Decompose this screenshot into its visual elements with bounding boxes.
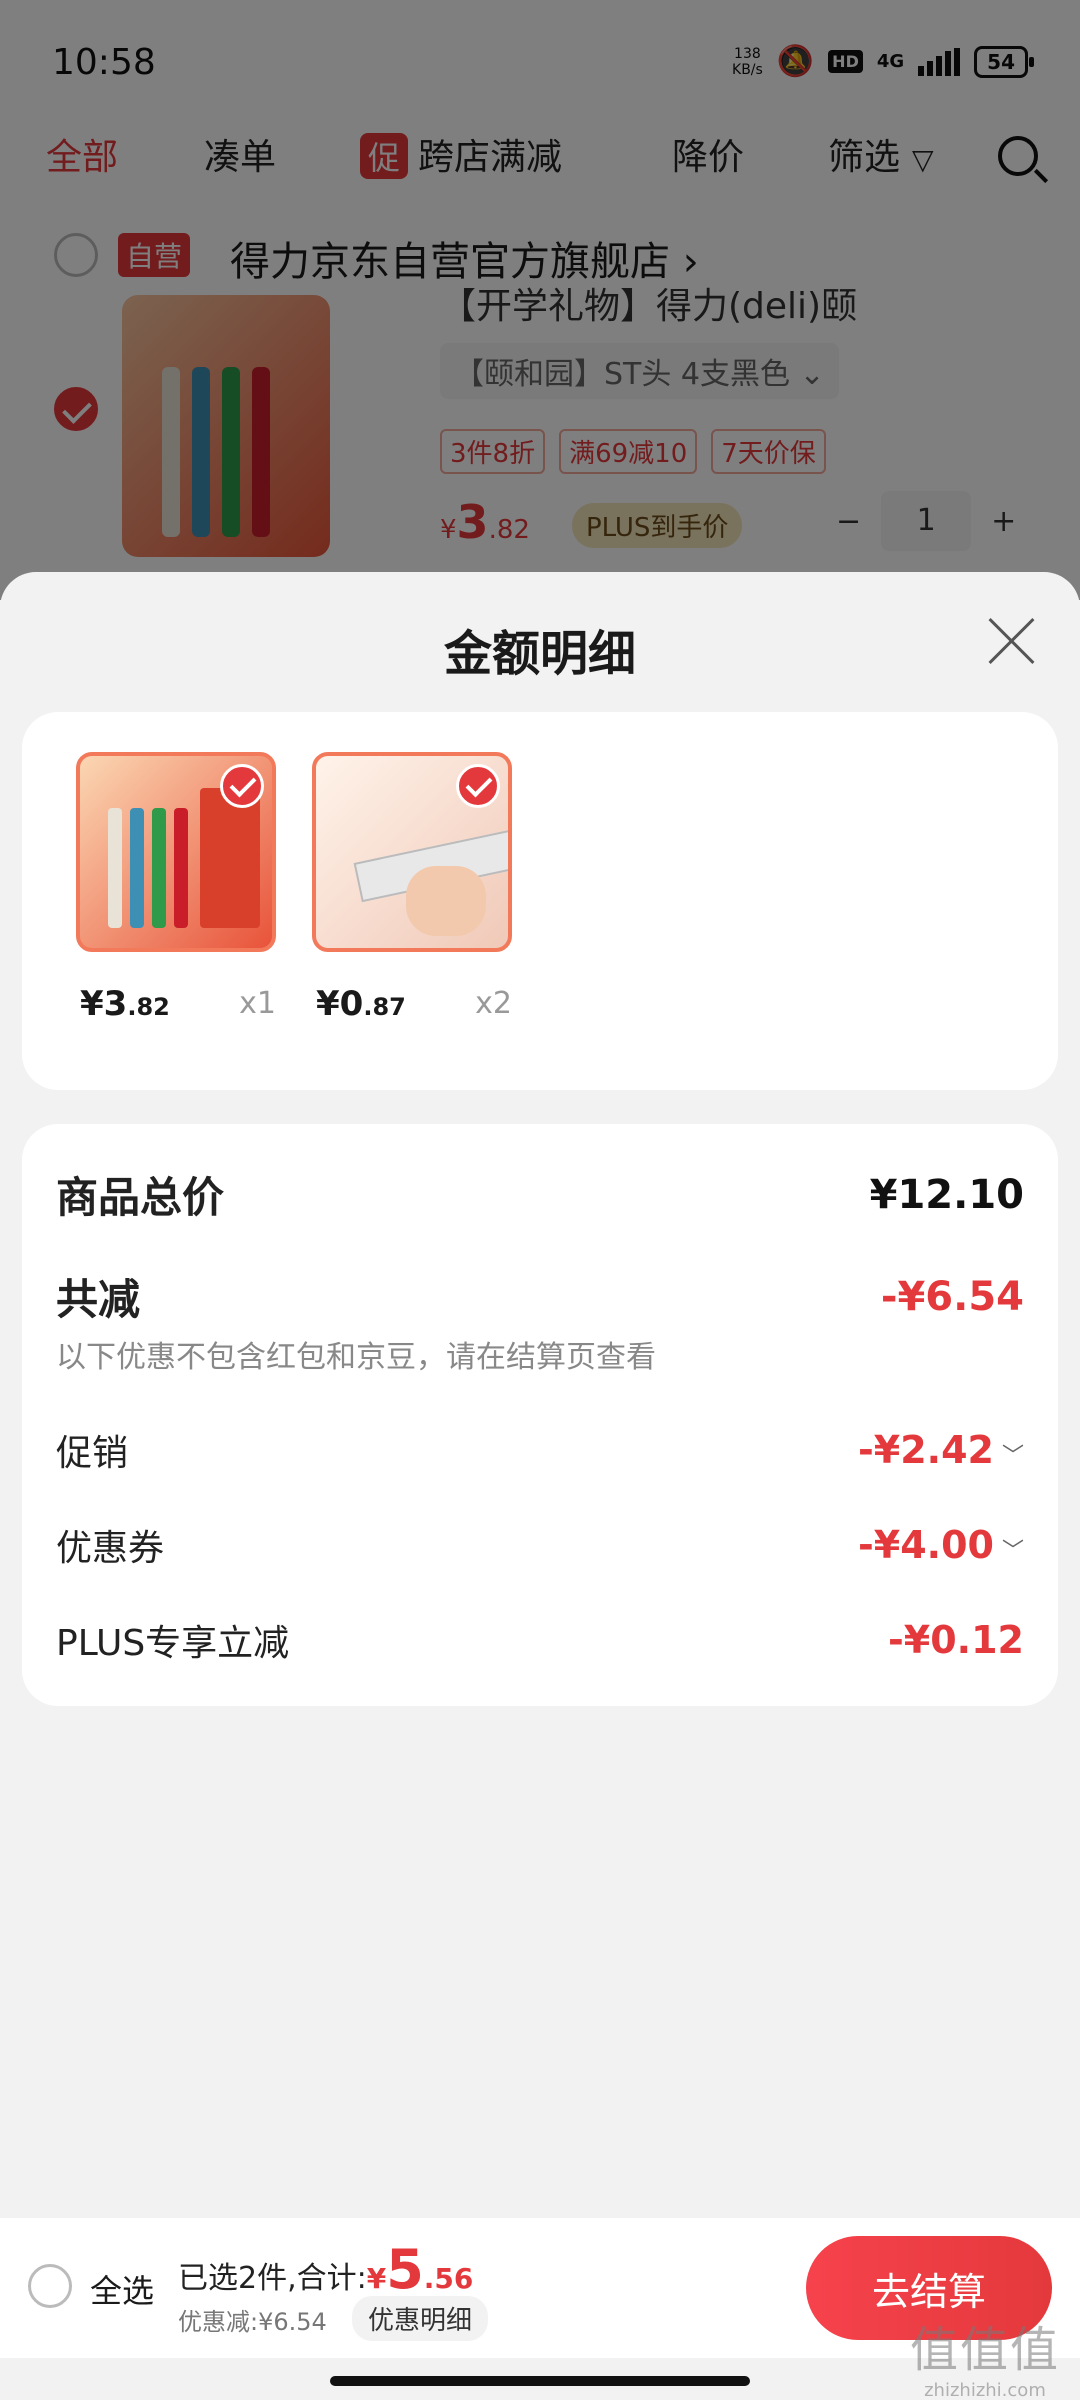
total-reduction-row: 共减 -¥6.54: [56, 1266, 1024, 1327]
promotion-value: -¥2.42 ﹀: [858, 1428, 1024, 1472]
goods-total-label: 商品总价: [56, 1173, 225, 1222]
price-summary-card: 商品总价 ¥12.10 共减 -¥6.54 以下优惠不包含红包和京豆，请在结算页…: [22, 1124, 1058, 1706]
plus-discount-row: PLUS专享立减 -¥0.12: [56, 1614, 1024, 1666]
chevron-down-icon: ﹀: [1001, 1539, 1024, 1564]
amount-detail-sheet: 金额明细 ¥3.82 x1 ¥0.87 x2 商品总价 ¥12.10 共减 -¥…: [0, 572, 1080, 2222]
goods-total-row: 商品总价 ¥12.10: [56, 1164, 1024, 1225]
item-thumbnail: [76, 752, 276, 952]
plus-discount-value: -¥0.12: [888, 1618, 1024, 1662]
promotion-label: 促销: [56, 1433, 129, 1474]
close-icon[interactable]: [986, 616, 1036, 666]
select-all-radio[interactable]: [28, 2264, 72, 2308]
total-reduction-label: 共减: [56, 1275, 141, 1324]
coupon-value: -¥4.00 ﹀: [858, 1523, 1024, 1567]
goods-total-value: ¥12.10: [869, 1171, 1024, 1218]
check-icon: [456, 764, 500, 808]
item-thumbnail: [312, 752, 512, 952]
selected-summary: 已选2件,合计:¥5.56: [178, 2238, 474, 2301]
item-qty: x1: [239, 986, 276, 1021]
promotion-row[interactable]: 促销 -¥2.42 ﹀: [56, 1424, 1024, 1476]
selected-items-card: ¥3.82 x1 ¥0.87 x2: [22, 712, 1058, 1090]
item-price: ¥0.87: [316, 984, 406, 1024]
selected-item[interactable]: ¥3.82 x1: [76, 752, 276, 1024]
dim-overlay[interactable]: [0, 0, 1080, 600]
home-indicator[interactable]: [330, 2376, 750, 2386]
sheet-title: 金额明细: [443, 626, 636, 682]
select-all-label[interactable]: 全选: [90, 2266, 154, 2312]
coupon-label: 优惠券: [56, 1528, 165, 1569]
total-reduction-value: -¥6.54: [880, 1273, 1024, 1320]
site-watermark: 值值值 zhizhizhi.com: [909, 2322, 1060, 2400]
selected-item[interactable]: ¥0.87 x2: [312, 752, 512, 1024]
checkout-total: ¥5.56: [366, 2238, 474, 2301]
item-qty: x2: [475, 986, 512, 1021]
plus-discount-label: PLUS专享立减: [56, 1623, 290, 1664]
coupon-row[interactable]: 优惠券 -¥4.00 ﹀: [56, 1519, 1024, 1571]
item-price: ¥3.82: [80, 984, 170, 1024]
discount-detail-button[interactable]: 优惠明细: [352, 2296, 489, 2341]
chevron-down-icon: ﹀: [1001, 1444, 1024, 1469]
discount-amount: 优惠减:¥6.54: [178, 2308, 327, 2336]
reduction-note: 以下优惠不包含红包和京豆，请在结算页查看: [56, 1340, 656, 1375]
check-icon: [220, 764, 264, 808]
